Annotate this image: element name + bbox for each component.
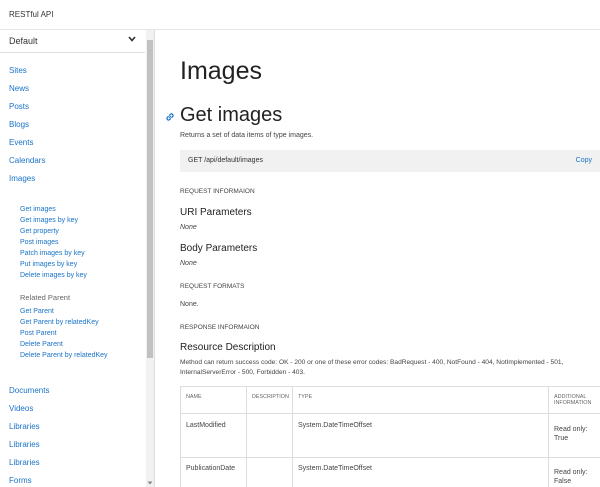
table-cell-type: System.DateTimeOffset [293, 414, 549, 458]
op-get-parent-by-relatedkey[interactable]: Get Parent by relatedKey [20, 318, 145, 329]
table-cell-name: PublicationDate [181, 458, 247, 487]
resource-description-title: Resource Description [180, 342, 276, 353]
resource-table: NAME DESCRIPTION TYPE ADDITIONAL INFORMA… [180, 386, 600, 487]
sidebar-item-calendars[interactable]: Calendars [9, 154, 139, 172]
resource-description-text: Method can return success code: OK - 200… [180, 359, 564, 376]
op-delete-images-by-key[interactable]: Delete images by key [20, 271, 145, 282]
op-post-images[interactable]: Post images [20, 238, 145, 249]
sidebar-item-sites[interactable]: Sites [9, 64, 139, 82]
op-post-parent[interactable]: Post Parent [20, 329, 145, 340]
op-get-images[interactable]: Get images [20, 205, 145, 216]
uri-parameters-title: URI Parameters [180, 207, 252, 218]
sidebar-item-forms[interactable]: Forms [9, 474, 139, 487]
sidebar-scrollbar-thumb[interactable] [147, 40, 153, 358]
related-parent-operations: Get Parent Get Parent by relatedKey Post… [20, 307, 145, 362]
body-parameters-title: Body Parameters [180, 243, 258, 254]
main-content: Images Get images Returns a set of data … [155, 30, 600, 487]
table-header-type: TYPE [293, 387, 549, 414]
table-header-additional-information: ADDITIONAL INFORMATION [549, 387, 600, 414]
request-formats-value: None. [180, 301, 199, 308]
table-cell-additional-info: Read only: True [549, 414, 600, 458]
table-cell-additional-info: Read only: False [549, 458, 600, 487]
sidebar: Default Sites News Posts Blogs Events Ca… [0, 30, 155, 487]
section-title: Get images [180, 104, 283, 126]
response-info-label: RESPONSE INFORMAION [180, 324, 260, 331]
version-select[interactable]: Default [0, 30, 145, 53]
op-delete-parent-by-relatedkey[interactable]: Delete Parent by relatedKey [20, 351, 145, 362]
op-put-images-by-key[interactable]: Put images by key [20, 260, 145, 271]
request-info-label: REQUEST INFORMAION [180, 188, 255, 195]
sidebar-item-news[interactable]: News [9, 82, 139, 100]
sidebar-item-videos[interactable]: Videos [9, 402, 139, 420]
op-get-parent[interactable]: Get Parent [20, 307, 145, 318]
request-formats-label: REQUEST FORMATS [180, 283, 245, 290]
sidebar-item-libraries[interactable]: Libraries [9, 438, 139, 456]
op-get-property[interactable]: Get property [20, 227, 145, 238]
page-title: Images [180, 57, 262, 85]
related-parent-heading: Related Parent [20, 293, 71, 302]
sidebar-item-libraries[interactable]: Libraries [9, 420, 139, 438]
sidebar-item-events[interactable]: Events [9, 136, 139, 154]
version-select-value: Default [9, 36, 38, 46]
table-header-description: DESCRIPTION [247, 387, 293, 414]
sidebar-item-libraries[interactable]: Libraries [9, 456, 139, 474]
section-description: Returns a set of data items of type imag… [180, 132, 314, 139]
table-cell-type: System.DateTimeOffset [293, 458, 549, 487]
op-get-images-by-key[interactable]: Get images by key [20, 216, 145, 227]
sidebar-nav: Sites News Posts Blogs Events Calendars … [9, 64, 139, 190]
op-patch-images-by-key[interactable]: Patch images by key [20, 249, 145, 260]
copy-button[interactable]: Copy [576, 157, 592, 164]
table-cell-description [247, 458, 293, 487]
images-operations: Get images Get images by key Get propert… [20, 205, 145, 282]
top-bar: RESTful API [0, 0, 600, 30]
body-parameters-value: None [180, 260, 197, 267]
table-cell-name: LastModified [181, 414, 247, 458]
sidebar-item-images[interactable]: Images [9, 172, 139, 190]
uri-parameters-value: None [180, 224, 197, 231]
table-cell-description [247, 414, 293, 458]
app-title: RESTful API [9, 10, 54, 19]
scroll-down-arrow-icon[interactable] [147, 480, 153, 486]
sidebar-nav-more: Documents Videos Libraries Libraries Lib… [9, 384, 139, 487]
sidebar-item-posts[interactable]: Posts [9, 100, 139, 118]
link-icon[interactable] [165, 112, 175, 122]
sidebar-item-documents[interactable]: Documents [9, 384, 139, 402]
endpoint-box: GET /api/default/images Copy [180, 150, 600, 172]
sidebar-item-blogs[interactable]: Blogs [9, 118, 139, 136]
chevron-down-icon [128, 36, 136, 42]
endpoint-url: GET /api/default/images [188, 157, 263, 164]
table-header-name: NAME [181, 387, 247, 414]
op-delete-parent[interactable]: Delete Parent [20, 340, 145, 351]
